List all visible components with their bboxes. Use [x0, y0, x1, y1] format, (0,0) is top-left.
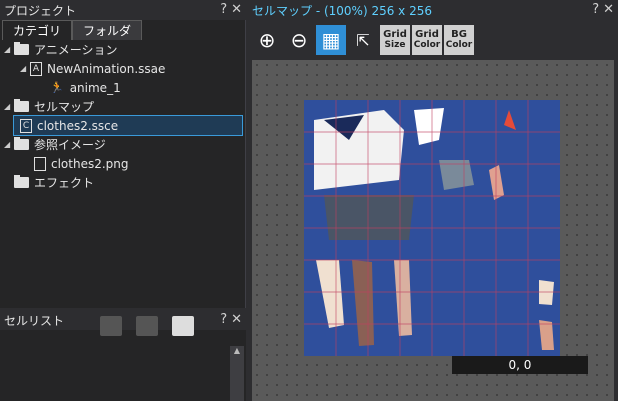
tree-item-reference-image[interactable]: ◢ 参照イメージ	[0, 135, 246, 154]
tree-item-label: clothes2.png	[51, 156, 129, 171]
tree-item-label: アニメーション	[34, 43, 118, 57]
folder-icon	[14, 175, 29, 188]
close-icon[interactable]: ✕	[231, 312, 242, 327]
help-icon[interactable]: ?	[220, 2, 227, 17]
project-header: プロジェクト ? ✕	[0, 0, 246, 20]
scrollbar[interactable]: ▲	[230, 346, 244, 401]
expand-triangle-icon[interactable]: ◢	[4, 102, 14, 111]
folder-icon	[14, 137, 29, 150]
expand-triangle-icon[interactable]: ◢	[4, 140, 14, 149]
animation-file-icon: A	[30, 61, 42, 76]
zoom-in-icon[interactable]: ⊕	[252, 25, 282, 55]
close-icon[interactable]: ✕	[231, 2, 242, 17]
tree-item-clothes2-png[interactable]: clothes2.png	[0, 154, 246, 173]
tree-item-cellmap[interactable]: ◢ セルマップ	[0, 97, 246, 116]
cell-list-tools	[100, 316, 194, 336]
cell-icon[interactable]	[100, 316, 122, 336]
image-file-icon	[34, 156, 46, 171]
cursor-coordinates: 0, 0	[452, 356, 588, 374]
film-icon[interactable]	[172, 316, 194, 336]
tree-item-label: セルマップ	[34, 100, 95, 114]
tree-item-animation[interactable]: ◢ アニメーション	[0, 40, 246, 59]
texture-image	[304, 100, 560, 356]
scroll-up-icon[interactable]: ▲	[230, 346, 244, 355]
grid-color-line2: Color	[413, 40, 441, 50]
tree-item-label: NewAnimation.ssae	[47, 61, 166, 76]
tree-item-newanimation[interactable]: ◢ A NewAnimation.ssae	[0, 59, 246, 78]
close-icon[interactable]: ✕	[603, 2, 614, 17]
help-icon[interactable]: ?	[592, 2, 599, 17]
bg-color-button[interactable]: BG Color	[444, 25, 474, 55]
cellmap-canvas[interactable]: 0, 0	[252, 60, 614, 401]
tree-item-label: clothes2.ssce	[37, 118, 119, 133]
project-panel: プロジェクト ? ✕ カテゴリ フォルダ ◢ アニメーション ◢ A NewAn…	[0, 0, 246, 308]
tree-item-label: 参照イメージ	[34, 138, 106, 152]
cellmap-title: セルマップ - (100%) 256 x 256	[252, 3, 432, 18]
cellmap-toolbar: ⊕ ⊖ ▦ ⇱ Grid Size Grid Color BG Color	[252, 24, 474, 56]
grid-icon[interactable]: ▦	[316, 25, 346, 55]
tree-item-anime1[interactable]: 🏃 anime_1	[0, 78, 246, 97]
zoom-out-icon[interactable]: ⊖	[284, 25, 314, 55]
folder-icon	[14, 42, 29, 55]
tree-item-label: エフェクト	[34, 176, 95, 190]
tab-folder[interactable]: フォルダ	[72, 20, 143, 40]
cellmap-header: セルマップ - (100%) 256 x 256 ? ✕	[248, 0, 618, 20]
project-tabs: カテゴリ フォルダ	[2, 20, 143, 40]
pivot-icon[interactable]: ⇱	[348, 25, 378, 55]
cellmap-panel: セルマップ - (100%) 256 x 256 ? ✕ ⊕ ⊖ ▦ ⇱ Gri…	[248, 0, 618, 401]
tree-item-label: anime_1	[69, 80, 121, 95]
texture-preview[interactable]	[304, 100, 560, 356]
tree-item-clothes2-ssce[interactable]: C clothes2.ssce	[13, 115, 243, 136]
cell-rotate-icon[interactable]	[136, 316, 158, 336]
project-title: プロジェクト	[4, 3, 77, 18]
grid-size-line1: Grid	[383, 29, 407, 40]
bg-color-line1: BG	[451, 29, 467, 40]
help-icon[interactable]: ?	[220, 312, 227, 327]
cellmap-file-icon: C	[20, 118, 32, 133]
project-tree: ◢ アニメーション ◢ A NewAnimation.ssae 🏃 anime_…	[0, 40, 246, 192]
tab-category[interactable]: カテゴリ	[2, 20, 73, 40]
cell-list-title: セルリスト	[4, 313, 65, 328]
grid-size-line2: Size	[384, 40, 406, 50]
expand-triangle-icon[interactable]: ◢	[4, 45, 14, 54]
grid-color-line1: Grid	[415, 29, 439, 40]
grid-size-button[interactable]: Grid Size	[380, 25, 410, 55]
folder-icon	[14, 99, 29, 112]
cell-list-panel: セルリスト ? ✕ ▲	[0, 310, 246, 401]
tree-item-effect[interactable]: エフェクト	[0, 173, 246, 192]
running-figure-icon: 🏃	[50, 81, 64, 94]
grid-color-button[interactable]: Grid Color	[412, 25, 442, 55]
expand-triangle-icon[interactable]: ◢	[20, 64, 30, 73]
bg-color-line2: Color	[445, 40, 473, 50]
